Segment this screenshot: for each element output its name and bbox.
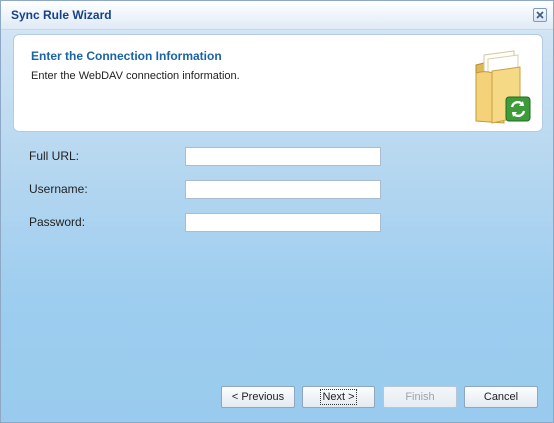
next-button-label: Next >: [320, 389, 357, 405]
cancel-button[interactable]: Cancel: [464, 386, 538, 408]
sync-rule-wizard-dialog: Sync Rule Wizard Enter the Connection In…: [0, 0, 554, 423]
previous-button[interactable]: < Previous: [221, 386, 295, 408]
close-icon: [536, 11, 544, 19]
finish-button-label: Finish: [405, 391, 435, 403]
step-title: Enter the Connection Information: [31, 49, 222, 63]
title-bar[interactable]: Sync Rule Wizard: [1, 1, 553, 30]
close-button[interactable]: [533, 8, 547, 22]
full-url-label: Full URL:: [29, 149, 80, 163]
password-label: Password:: [29, 215, 86, 229]
username-input[interactable]: [185, 180, 381, 199]
step-description: Enter the WebDAV connection information.: [31, 70, 240, 82]
header-panel: Enter the Connection Information Enter t…: [13, 34, 543, 132]
folder-sync-icon: [475, 50, 531, 124]
username-label: Username:: [29, 182, 88, 196]
window-title: Sync Rule Wizard: [11, 8, 112, 22]
finish-button[interactable]: Finish: [383, 386, 457, 408]
next-button[interactable]: Next >: [302, 386, 375, 408]
previous-button-label: < Previous: [231, 391, 285, 403]
password-input[interactable]: [185, 213, 381, 232]
cancel-button-label: Cancel: [483, 391, 519, 403]
full-url-input[interactable]: [185, 147, 381, 166]
